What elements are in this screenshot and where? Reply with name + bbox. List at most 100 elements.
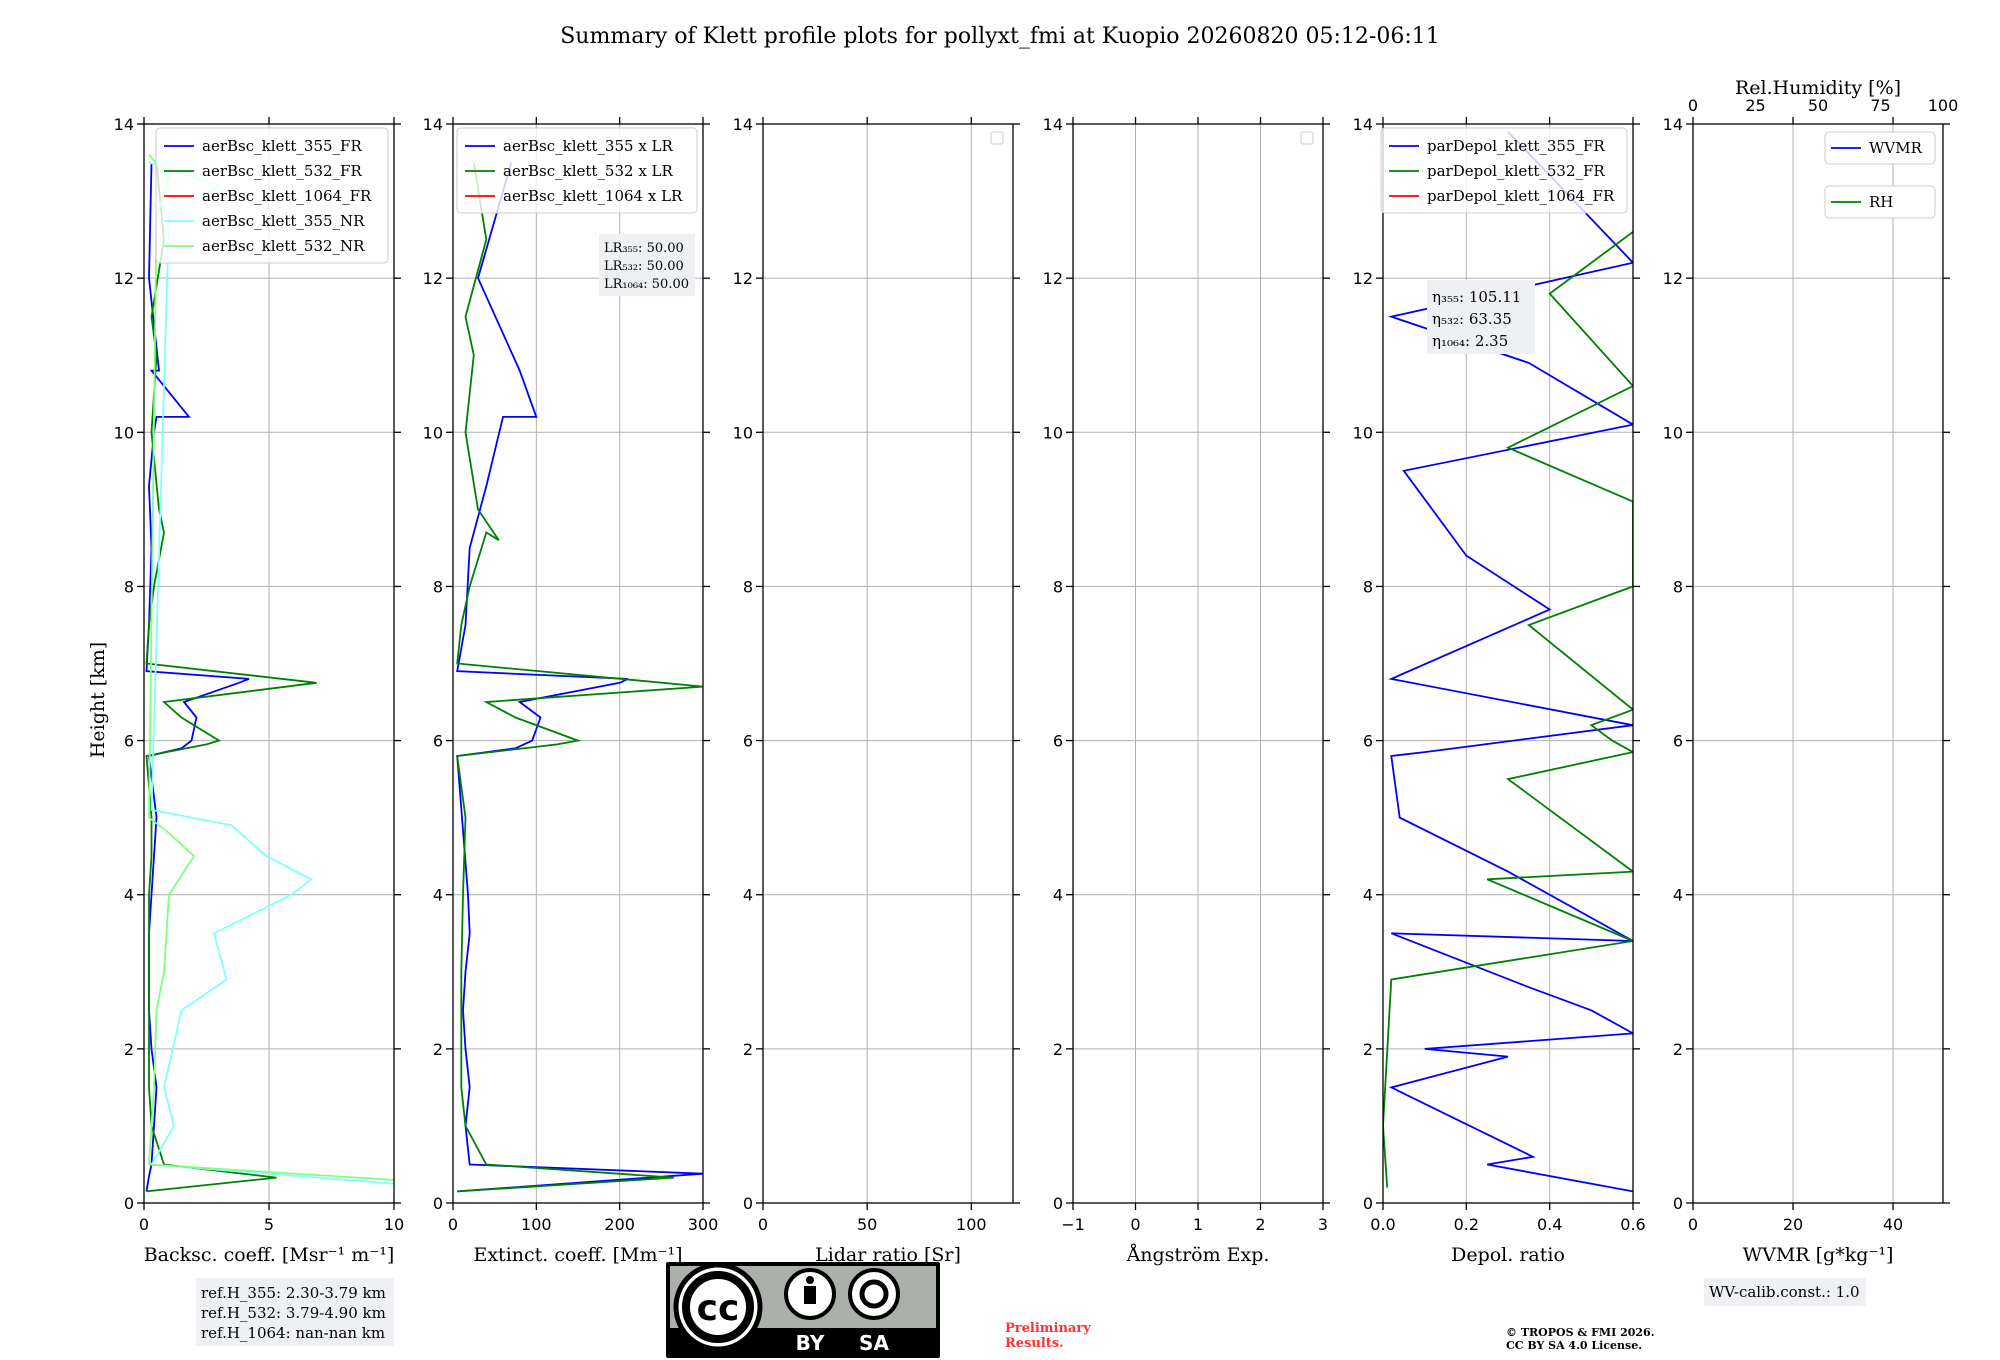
top-x-axis-label: Rel.Humidity [%] (1735, 77, 1901, 99)
y-tick-label: 14 (1043, 115, 1063, 134)
x-axis-label: Ångström Exp. (1126, 1244, 1270, 1266)
x-tick-label: 1 (1193, 1215, 1203, 1234)
annotation-text: LR₃₅₅: 50.00 (604, 241, 684, 256)
panel-3: 024681012140 50 100Lidar ratio [Sr] (733, 115, 1020, 1266)
y-tick-label: 0 (1053, 1194, 1063, 1213)
figure-title: Summary of Klett profile plots for polly… (560, 24, 1440, 49)
legend-label: aerBsc_klett_355_NR (202, 212, 365, 230)
copyright-line-2: CC BY SA 4.0 License. (1506, 1339, 1642, 1352)
y-tick-label: 2 (1053, 1040, 1063, 1059)
top-x-tick-label: 100 (1928, 96, 1959, 115)
legend-label: WVMR (1869, 139, 1923, 157)
x-tick-label: 0 (139, 1215, 149, 1234)
annotation-text: η₃₅₅: 105.11 (1432, 288, 1521, 306)
y-tick-label: 8 (743, 577, 753, 596)
x-tick-label: 100 (521, 1215, 552, 1234)
y-tick-label: 2 (1673, 1040, 1683, 1059)
series-line-aerBsc_klett_355_NR (148, 161, 394, 1185)
axes-frame (1692, 123, 1944, 1204)
annotation-text: η₅₃₂: 63.35 (1432, 310, 1512, 328)
x-tick-label: 10 (384, 1215, 404, 1234)
panel-1: 0 2 4 6 8 10 12 14 0 5 10 Backsc. coeff. [Msr⁻¹ m⁻¹… (114, 115, 405, 1266)
y-tick-label: 4 (1053, 886, 1063, 905)
legend-label: parDepol_klett_532_FR (1427, 162, 1605, 180)
legend-label: aerBsc_klett_355_FR (202, 137, 362, 155)
x-tick-label: 0 (448, 1215, 458, 1234)
ref-height-1064: ref.H_1064: nan-nan km (201, 1324, 385, 1342)
y-tick-label: 10 (1663, 423, 1683, 442)
x-tick-label: 50 (857, 1215, 877, 1234)
series-line-parDepol_klett_532_FR (1383, 231, 1633, 1188)
y-tick-label: 10 (1353, 423, 1373, 442)
x-tick-label: 0.6 (1620, 1215, 1645, 1234)
wv-calib-box: WV-calib.const.: 1.0 (1704, 1278, 1866, 1306)
y-tick-label: 2 (124, 1040, 134, 1059)
y-tick-label: 6 (1673, 732, 1683, 751)
ref-height-532: ref.H_532: 3.79-4.90 km (201, 1304, 386, 1322)
panel-6: 024681012140 20 40WVMR [g*kg⁻¹]0 25 50 75 100R… (1663, 77, 1959, 1266)
y-tick-label: 12 (1663, 269, 1683, 288)
x-axis-label: Extinct. coeff. [Mm⁻¹] (473, 1244, 682, 1266)
legend-label: aerBsc_klett_1064 x LR (503, 187, 683, 205)
y-tick-label: 4 (743, 886, 753, 905)
y-tick-label: 0 (124, 1194, 134, 1213)
x-tick-label: 2 (1255, 1215, 1265, 1234)
figure: Summary of Klett profile plots for polly… (87, 24, 1959, 1358)
legend-label: aerBsc_klett_532_FR (202, 162, 362, 180)
y-tick-label: 6 (124, 732, 134, 751)
legend-label: parDepol_klett_355_FR (1427, 137, 1605, 155)
y-tick-label: 10 (1043, 423, 1063, 442)
x-tick-label: 0.4 (1537, 1215, 1562, 1234)
y-tick-label: 6 (433, 732, 443, 751)
panel-5: 0 2 4 6 8 10 12 14 0.0 0.2 0.4 0.6 Depol. ratio parDe… (1353, 115, 1646, 1266)
x-axis-label: Backsc. coeff. [Msr⁻¹ m⁻¹] (144, 1244, 395, 1266)
legend-label: aerBsc_klett_1064_FR (202, 187, 372, 205)
y-tick-label: 4 (1363, 886, 1373, 905)
cc-text: cc (697, 1288, 740, 1329)
y-tick-label: 8 (1053, 577, 1063, 596)
y-tick-label: 12 (114, 269, 134, 288)
x-tick-label: 0 (1130, 1215, 1140, 1234)
cc-by-sa-icon: cc BY SA (666, 1262, 940, 1358)
legend-label: aerBsc_klett_355 x LR (503, 137, 674, 155)
x-tick-label: −1 (1061, 1215, 1085, 1234)
panel-2: 0 2 4 6 8 10 12 14 0 100 200 300 Extinct. coeff. [Mm… (423, 115, 719, 1266)
y-tick-label: 12 (1353, 269, 1373, 288)
y-tick-label: 12 (423, 269, 443, 288)
y-tick-label: 14 (423, 115, 443, 134)
x-tick-label: 3 (1318, 1215, 1328, 1234)
y-tick-label: 4 (433, 886, 443, 905)
x-tick-label: 20 (1783, 1215, 1803, 1234)
annotation-text: LR₁₀₆₄: 50.00 (604, 277, 689, 292)
y-tick-label: 6 (1363, 732, 1373, 751)
legend-label: parDepol_klett_1064_FR (1427, 187, 1615, 205)
y-tick-label: 8 (124, 577, 134, 596)
x-tick-label: 300 (688, 1215, 719, 1234)
x-tick-label: 200 (604, 1215, 635, 1234)
top-x-tick-label: 0 (1688, 96, 1698, 115)
axes-frame (762, 123, 1014, 1204)
y-tick-label: 14 (114, 115, 134, 134)
series-line-aerBsc_klett_355 x LR (456, 162, 703, 1193)
ref-height-box: ref.H_355: 2.30-3.79 km ref.H_532: 3.79-… (196, 1278, 394, 1346)
y-tick-label: 10 (733, 423, 753, 442)
legend-label: aerBsc_klett_532 x LR (503, 162, 674, 180)
x-tick-label: 40 (1883, 1215, 1903, 1234)
empty-legend-box (990, 131, 1004, 145)
y-tick-label: 0 (743, 1194, 753, 1213)
y-tick-label: 8 (1363, 577, 1373, 596)
y-tick-label: 10 (423, 423, 443, 442)
sa-text: SA (859, 1331, 889, 1355)
ref-height-355: ref.H_355: 2.30-3.79 km (201, 1284, 386, 1302)
by-text: BY (796, 1331, 825, 1355)
y-tick-label: 2 (1363, 1040, 1373, 1059)
y-tick-label: 8 (433, 577, 443, 596)
y-tick-label: 6 (743, 732, 753, 751)
y-tick-label: 4 (1673, 886, 1683, 905)
y-tick-label: 14 (1353, 115, 1373, 134)
preliminary-line-1: Preliminary (1005, 1321, 1091, 1336)
x-tick-label: 100 (956, 1215, 987, 1234)
y-axis-label: Height [km] (87, 642, 109, 758)
y-tick-label: 12 (733, 269, 753, 288)
y-tick-label: 14 (1663, 115, 1683, 134)
